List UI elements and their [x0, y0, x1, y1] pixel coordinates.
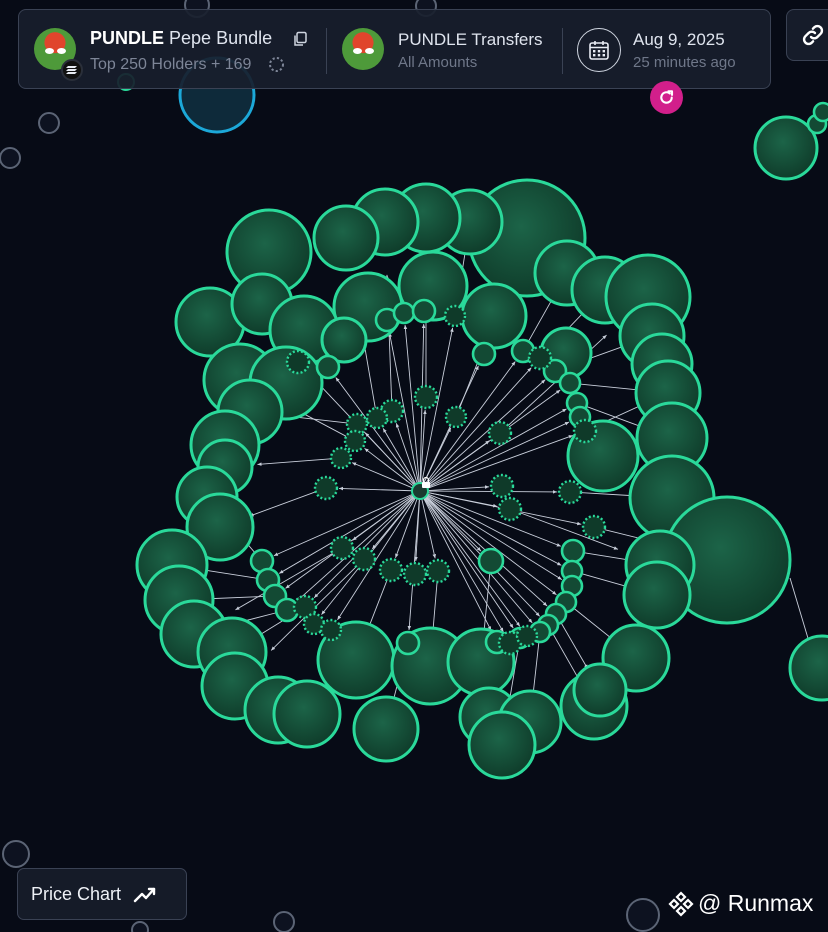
holder-bubble[interactable]	[272, 679, 342, 749]
watermark-text: @ Runmax	[698, 890, 814, 916]
holder-bubble[interactable]	[285, 349, 311, 375]
holder-bubble[interactable]	[329, 535, 355, 561]
holder-bubble[interactable]	[313, 475, 339, 501]
transfer-arrow	[249, 491, 317, 517]
share-link-button[interactable]	[786, 9, 828, 61]
holder-bubble[interactable]	[788, 634, 828, 702]
price-chart-button[interactable]: Price Chart	[17, 868, 187, 920]
holder-bubble[interactable]	[413, 384, 439, 410]
background-bubble[interactable]	[131, 921, 149, 932]
holder-bubble[interactable]	[489, 473, 515, 499]
holder-bubble[interactable]	[365, 406, 389, 430]
holder-bubble[interactable]	[312, 204, 380, 272]
holder-bubble[interactable]	[581, 514, 607, 540]
holder-bubble[interactable]	[319, 618, 343, 642]
token-symbol: PUNDLE	[90, 28, 165, 48]
transfer-arrow	[296, 495, 415, 602]
trend-icon	[133, 887, 156, 903]
transfer-arrow	[427, 485, 490, 491]
calendar-icon	[589, 41, 609, 60]
solana-icon	[61, 59, 83, 81]
background-bubble[interactable]	[626, 898, 660, 932]
holder-bubble[interactable]	[812, 101, 828, 123]
token-header: PUNDLE Pepe Bundle Top 250 Holders + 169…	[18, 9, 771, 89]
binance-icon	[668, 890, 694, 917]
transfers-avatar	[342, 28, 384, 70]
watermark: @ Runmax	[668, 890, 813, 917]
date-relative: 25 minutes ago	[633, 54, 736, 71]
refresh-button[interactable]	[650, 81, 683, 114]
holder-bubble[interactable]	[471, 341, 497, 367]
transfer-arrow	[335, 377, 416, 485]
holder-bubble[interactable]	[622, 560, 692, 630]
price-chart-label: Price Chart	[31, 883, 122, 904]
holder-bubble[interactable]	[444, 405, 468, 429]
holder-bubble[interactable]	[315, 354, 341, 380]
refresh-icon	[660, 90, 674, 104]
date-value[interactable]: Aug 9, 2025	[633, 30, 725, 50]
transfer-arrow	[579, 383, 641, 392]
transfer-arrow	[414, 498, 420, 562]
bubble-map[interactable]	[0, 0, 828, 932]
background-bubble[interactable]	[38, 112, 60, 134]
transfer-arrow	[425, 379, 546, 487]
holder-bubble[interactable]	[392, 301, 416, 325]
header-divider	[562, 28, 563, 74]
transfers-title[interactable]: PUNDLE Transfers	[398, 30, 543, 50]
holder-bubble[interactable]	[460, 282, 528, 350]
transfer-arrow	[351, 462, 413, 489]
holder-bubble[interactable]	[467, 710, 537, 780]
transfer-arrow	[789, 577, 811, 646]
background-bubble[interactable]	[273, 911, 295, 932]
transfer-arrow	[482, 570, 491, 634]
holder-bubble[interactable]	[487, 420, 513, 446]
lock-icon	[422, 482, 430, 488]
holder-bubble[interactable]	[477, 547, 505, 575]
holder-bubble[interactable]	[497, 496, 523, 522]
background-bubble[interactable]	[0, 147, 21, 169]
background-bubble[interactable]	[2, 840, 30, 868]
holder-bubble[interactable]	[425, 558, 451, 584]
transfer-arrow	[257, 458, 332, 466]
holder-bubble[interactable]	[395, 630, 421, 656]
holder-bubble[interactable]	[329, 446, 353, 470]
holder-bubble[interactable]	[560, 538, 586, 564]
holder-bubble[interactable]	[378, 557, 404, 583]
holder-bubble[interactable]	[572, 662, 628, 718]
holder-bubble[interactable]	[402, 561, 428, 587]
spinner-icon	[269, 57, 284, 72]
holder-bubble[interactable]	[527, 345, 553, 371]
holders-count[interactable]: Top 250 Holders + 169	[90, 56, 251, 74]
transfer-arrow	[395, 423, 418, 484]
calendar-button[interactable]	[577, 28, 621, 72]
holder-bubble[interactable]	[352, 695, 420, 763]
holder-bubble[interactable]	[351, 546, 377, 572]
link-icon	[802, 24, 824, 46]
holder-bubble[interactable]	[557, 479, 583, 505]
transfer-arrow	[531, 641, 540, 697]
token-name: Pepe Bundle	[169, 28, 273, 48]
holder-bubble[interactable]	[411, 298, 437, 324]
holder-bubble[interactable]	[572, 418, 598, 444]
holder-bubble[interactable]	[558, 371, 582, 395]
holder-bubble[interactable]	[515, 624, 539, 648]
holder-bubble[interactable]	[443, 304, 467, 328]
transfers-subtitle[interactable]: All Amounts	[398, 54, 477, 71]
transfer-arrow	[338, 486, 413, 492]
token-title: PUNDLE Pepe Bundle	[90, 28, 272, 49]
holder-bubble[interactable]	[343, 429, 367, 453]
header-divider	[326, 28, 327, 74]
copy-icon[interactable]	[292, 31, 308, 47]
transfer-arrow	[560, 622, 589, 669]
